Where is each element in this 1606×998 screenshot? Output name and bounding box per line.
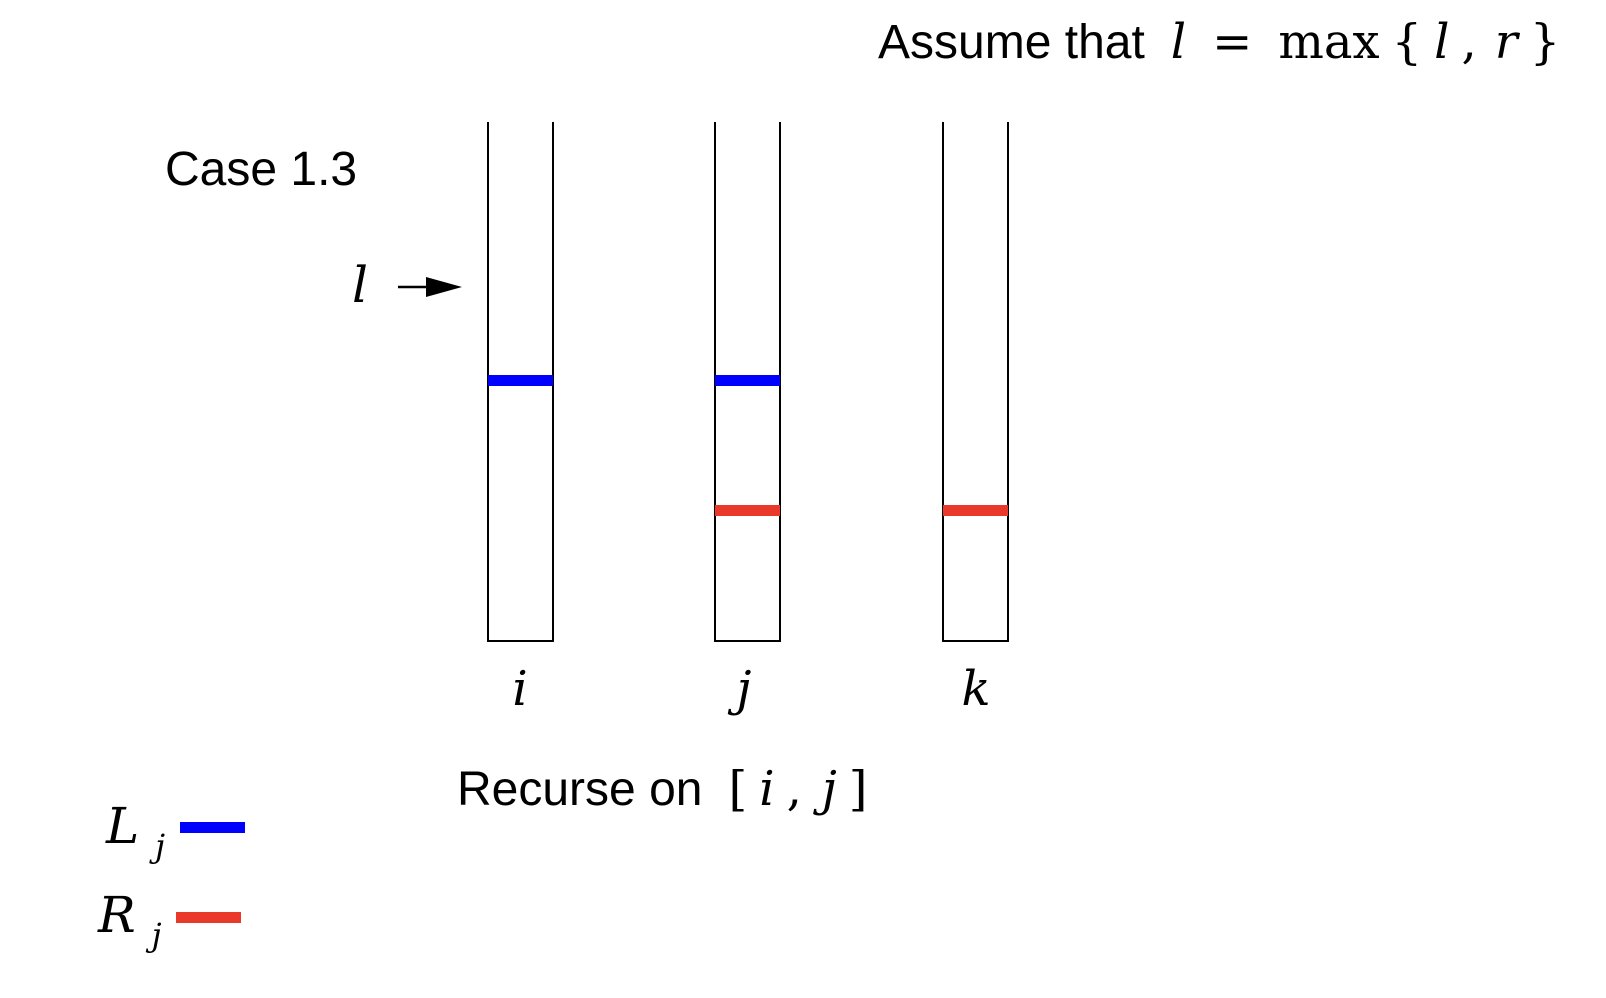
recurse-statement: Recurse on [ i , j ] <box>457 761 867 817</box>
legend-item-L: L j <box>105 797 245 865</box>
legend-R-swatch <box>176 912 241 923</box>
legend-L-sub: j <box>149 827 165 865</box>
column-k: k <box>942 122 1009 717</box>
pointer-label: l <box>352 256 368 314</box>
assumption-comma: , <box>1461 14 1476 70</box>
case-label: Case 1.3 <box>165 143 357 196</box>
recurse-arg-a: i <box>759 761 774 817</box>
assumption-func: max <box>1278 14 1379 70</box>
assumption-close-brace: } <box>1530 14 1561 70</box>
recurse-prefix: Recurse on <box>457 763 702 816</box>
pointer-arrow <box>398 277 462 297</box>
legend-R-sub: j <box>146 916 162 954</box>
assumption-var: l <box>1171 14 1186 70</box>
recurse-comma: , <box>787 761 802 817</box>
column-i-label: i <box>512 661 527 717</box>
column-i: i <box>487 122 554 717</box>
legend-L-main: L <box>105 797 139 855</box>
pointer-arrow-head <box>426 277 462 297</box>
legend: L j R j <box>97 797 245 954</box>
column-k-outline <box>942 122 1009 642</box>
assumption-statement: Assume that l = max { l , r } <box>878 14 1560 70</box>
column-j-L-marker <box>715 375 780 386</box>
recurse-close-bracket: ] <box>849 761 868 817</box>
assumption-arg-a: l <box>1434 14 1449 70</box>
assumption-arg-b: r <box>1495 14 1521 70</box>
legend-R-label: R j <box>97 886 162 954</box>
case-diagram: Assume that l = max { l , r } Case 1.3 l… <box>97 14 1560 954</box>
column-j-R-marker <box>715 505 780 516</box>
assumption-prefix: Assume that <box>878 16 1145 69</box>
column-k-label: k <box>961 661 990 717</box>
assumption-equals: = <box>1212 14 1252 70</box>
recurse-arg-b: j <box>813 761 837 817</box>
legend-L-swatch <box>180 822 245 833</box>
assumption-open-brace: { <box>1392 14 1423 70</box>
recurse-open-bracket: [ <box>728 761 747 817</box>
column-i-L-marker <box>488 375 553 386</box>
legend-L-label: L j <box>105 797 165 865</box>
column-k-R-marker <box>943 505 1008 516</box>
column-j: j <box>714 122 781 717</box>
column-j-label: j <box>728 661 752 717</box>
legend-R-main: R <box>97 886 136 944</box>
legend-item-R: R j <box>97 886 241 954</box>
